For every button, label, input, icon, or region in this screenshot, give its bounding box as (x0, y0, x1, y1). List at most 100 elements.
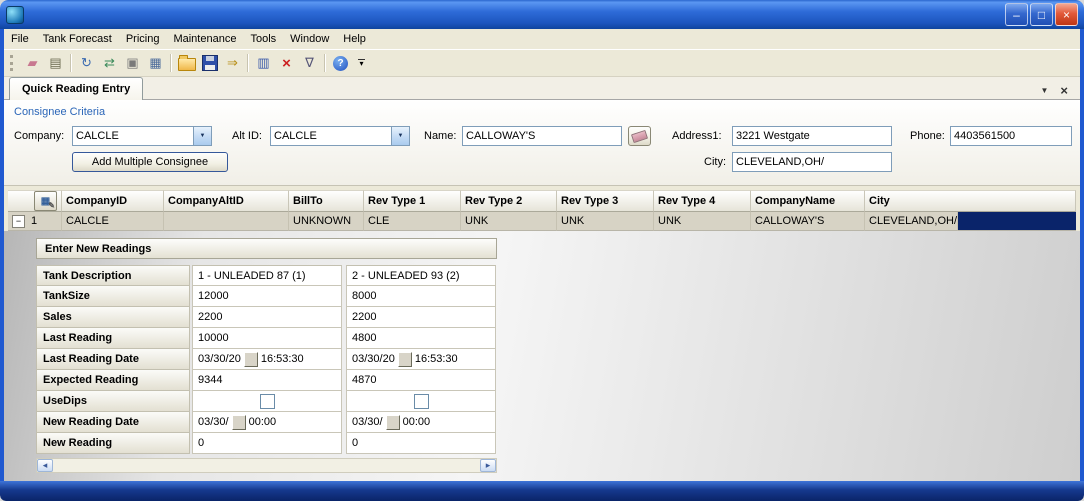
address1-field[interactable] (732, 126, 892, 146)
tank1-new-reading-date[interactable]: 03/30/ 00:00 (192, 412, 342, 433)
altid-label: Alt ID: (232, 130, 262, 142)
date-picker-button[interactable] (232, 415, 246, 430)
title-bar[interactable]: – □ × (0, 0, 1084, 29)
chevron-down-icon[interactable]: ▼ (391, 127, 409, 145)
date-picker-button[interactable] (398, 352, 412, 367)
altid-combo[interactable]: CALCLE ▼ (270, 126, 410, 146)
insert-column-icon[interactable]: ▥ (252, 52, 275, 74)
tab-list-dropdown-icon[interactable]: ▼ (1040, 86, 1048, 95)
filter-icon[interactable]: ∇ (298, 52, 321, 74)
toolbar-separator (324, 54, 326, 72)
cell-billto[interactable]: UNKNOWN (289, 212, 364, 231)
export-icon[interactable]: ⇒ (221, 52, 244, 74)
cell-revtype4[interactable]: UNK (654, 212, 751, 231)
eraser-icon[interactable]: ▰ (21, 52, 44, 74)
date-picker-button[interactable] (244, 352, 258, 367)
cell-revtype3[interactable]: UNK (557, 212, 654, 231)
tank1-last-reading-date[interactable]: 03/30/20 16:53:30 (192, 349, 342, 370)
delete-icon[interactable]: × (275, 52, 298, 74)
toolbar: ▰ ▤ ↻ ⇄ ▣ ▦ ⇒ ▥ × ∇ ? ▾ (4, 49, 1080, 77)
detail-label-usedips: UseDips (36, 391, 190, 412)
scroll-left-icon: ◂ (43, 460, 48, 471)
menu-item-file[interactable]: File (4, 30, 36, 48)
detail-panel: Enter New Readings Tank Description Tank… (4, 231, 1080, 481)
phone-label: Phone: (910, 130, 945, 142)
tank1-usedips-checkbox[interactable] (260, 394, 275, 409)
minimize-button[interactable]: – (1005, 3, 1028, 26)
menu-item-tools[interactable]: Tools (243, 30, 283, 48)
name-field[interactable] (462, 126, 622, 146)
menu-item-maintenance[interactable]: Maintenance (166, 30, 243, 48)
eraser-icon (631, 129, 648, 142)
tank2-usedips-cell (346, 391, 496, 412)
column-header-city[interactable]: City (865, 190, 1076, 212)
clear-name-button[interactable] (628, 126, 651, 146)
cell-revtype2[interactable]: UNK (461, 212, 557, 231)
close-tab-icon[interactable]: × (1060, 83, 1068, 98)
minimize-icon: – (1013, 8, 1020, 22)
company-combo[interactable]: CALCLE ▼ (72, 126, 212, 146)
horizontal-scrollbar[interactable]: ◂ ▸ (36, 458, 497, 473)
phone-field[interactable] (950, 126, 1072, 146)
detail-label-new-reading-date: New Reading Date (36, 412, 190, 433)
tank2-new-reading-field[interactable]: 0 (346, 433, 496, 454)
cell-companyid[interactable]: CALCLE (62, 212, 164, 231)
toolbar-overflow-button[interactable]: ▾ (358, 59, 365, 67)
report-icon[interactable]: ▤ (44, 52, 67, 74)
toolbar-separator (70, 54, 72, 72)
column-header-billto[interactable]: BillTo (289, 190, 364, 212)
add-multiple-consignee-button[interactable]: Add Multiple Consignee (72, 152, 228, 172)
maximize-icon: □ (1038, 8, 1045, 22)
city-field[interactable] (732, 152, 892, 172)
cell-companyaltid[interactable] (164, 212, 289, 231)
column-header-revtype3[interactable]: Rev Type 3 (557, 190, 654, 212)
column-header-revtype4[interactable]: Rev Type 4 (654, 190, 751, 212)
menu-item-pricing[interactable]: Pricing (119, 30, 167, 48)
row-number: 1 (31, 215, 37, 227)
column-header-companyaltid[interactable]: CompanyAltID (164, 190, 289, 212)
tank2-last-reading-date[interactable]: 03/30/20 16:53:30 (346, 349, 496, 370)
column-header-companyid[interactable]: CompanyID (62, 190, 164, 212)
menu-item-help[interactable]: Help (336, 30, 373, 48)
copy-icon[interactable]: ▣ (121, 52, 144, 74)
tank1-new-reading-field[interactable]: 0 (192, 433, 342, 454)
detail-label-new-reading: New Reading (36, 433, 190, 454)
column-header-revtype1[interactable]: Rev Type 1 (364, 190, 461, 212)
scroll-right-button[interactable]: ▸ (480, 459, 496, 472)
column-header-revtype2[interactable]: Rev Type 2 (461, 190, 557, 212)
detail-label-last-reading-date: Last Reading Date (36, 349, 190, 370)
help-icon[interactable]: ? (329, 52, 352, 74)
menu-item-tank-forecast[interactable]: Tank Forecast (36, 30, 119, 48)
row-header-cell[interactable]: − 1 (8, 212, 62, 231)
table-view-icon[interactable]: ▦ (144, 52, 167, 74)
cell-city[interactable]: CLEVELAND,OH/ (865, 212, 958, 231)
transfer-icon[interactable]: ⇄ (98, 52, 121, 74)
column-header-companyname[interactable]: CompanyName (751, 190, 865, 212)
collapse-row-button[interactable]: − (12, 215, 25, 228)
tank2-description: 2 - UNLEADED 93 (2) (346, 265, 496, 286)
city-label: City: (704, 156, 726, 168)
detail-label-tank-description: Tank Description (36, 265, 190, 286)
date-picker-button[interactable] (386, 415, 400, 430)
tab-quick-reading-entry[interactable]: Quick Reading Entry (9, 77, 143, 100)
menu-bar: File Tank Forecast Pricing Maintenance T… (4, 29, 1080, 49)
company-label: Company: (14, 130, 64, 142)
chevron-down-icon[interactable]: ▼ (193, 127, 211, 145)
save-icon[interactable] (198, 52, 221, 74)
toolbar-separator (170, 54, 172, 72)
row-selection-fill (958, 212, 1076, 231)
tab-label: Quick Reading Entry (22, 83, 130, 95)
scroll-left-button[interactable]: ◂ (37, 459, 53, 472)
chevron-down-icon: ▾ (359, 61, 363, 67)
close-button[interactable]: × (1055, 3, 1078, 26)
tank2-new-reading-date[interactable]: 03/30/ 00:00 (346, 412, 496, 433)
open-folder-icon[interactable] (175, 52, 198, 74)
maximize-button[interactable]: □ (1030, 3, 1053, 26)
cell-revtype1[interactable]: CLE (364, 212, 461, 231)
toolbar-grip[interactable] (10, 55, 16, 71)
refresh-form-icon[interactable]: ↻ (75, 52, 98, 74)
tank2-usedips-checkbox[interactable] (414, 394, 429, 409)
menu-item-window[interactable]: Window (283, 30, 336, 48)
grid-settings-button[interactable]: ▦ ✎ (34, 191, 57, 211)
cell-companyname[interactable]: CALLOWAY'S (751, 212, 865, 231)
